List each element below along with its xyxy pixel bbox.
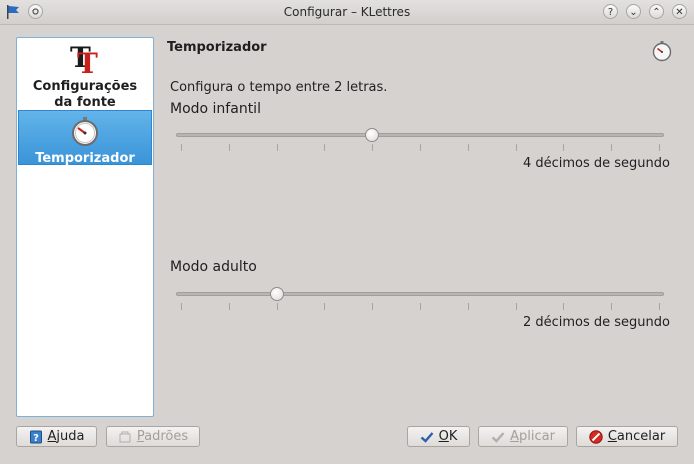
apply-button-label: Aplicar — [510, 429, 555, 444]
ok-button-label: OK — [438, 429, 458, 444]
sidebar-item-label: Temporizador — [35, 151, 135, 166]
stopwatch-icon — [72, 117, 98, 146]
sidebar-item-font-settings[interactable]: T T Configurações da fonte — [18, 40, 152, 110]
restore-defaults-icon — [119, 431, 131, 442]
slider-handle[interactable] — [269, 287, 284, 301]
slider-tick — [324, 144, 325, 151]
slider-tick — [611, 303, 612, 310]
slider-tick — [181, 144, 182, 151]
maximize-button[interactable]: ⌃ — [649, 4, 664, 19]
title-bar[interactable]: Configurar – KLettres ? ⌄ ⌃ ✕ — [0, 0, 694, 25]
stopwatch-icon — [652, 41, 672, 62]
minimize-button[interactable]: ⌄ — [626, 4, 641, 19]
font-tt-icon: T T — [70, 41, 98, 80]
slider-tick — [611, 144, 612, 151]
slider-tick — [516, 303, 517, 310]
page-title: Temporizador — [167, 40, 267, 55]
slider-groove — [176, 133, 664, 137]
slider-tick — [563, 303, 564, 310]
kid-mode-label: Modo infantil — [170, 101, 261, 117]
slider-tick — [277, 144, 278, 151]
slider-tick — [372, 144, 373, 151]
slider-tick — [420, 303, 421, 310]
slider-tick — [372, 303, 373, 310]
help-button[interactable]: ? Ajuda — [16, 426, 97, 447]
slider-tick — [468, 303, 469, 310]
ok-button[interactable]: OK — [407, 426, 470, 447]
kid-mode-value: 4 décimos de segundo — [522, 156, 670, 171]
checkmark-icon — [420, 431, 434, 443]
help-book-icon: ? — [29, 430, 42, 444]
adult-mode-value: 2 décimos de segundo — [522, 315, 670, 330]
slider-tick — [659, 144, 660, 151]
slider-tick — [229, 144, 230, 151]
timer-description: Configura o tempo entre 2 letras. — [170, 80, 388, 95]
slider-tick — [468, 144, 469, 151]
window-title: Configurar – KLettres — [283, 5, 411, 19]
slider-tick — [181, 303, 182, 310]
category-list[interactable]: T T Configurações da fonte Temporizador — [16, 37, 154, 417]
slider-tick — [324, 303, 325, 310]
cancel-icon — [589, 429, 603, 444]
help-titlebar-button[interactable]: ? — [603, 4, 618, 19]
close-button[interactable]: ✕ — [672, 4, 687, 19]
slider-tick — [277, 303, 278, 310]
apply-button[interactable]: Aplicar — [478, 426, 568, 447]
sidebar-item-label: Configurações da fonte — [32, 79, 138, 110]
adult-mode-label: Modo adulto — [170, 259, 257, 275]
cancel-button[interactable]: Cancelar — [576, 426, 678, 447]
sidebar-item-timer[interactable]: Temporizador — [18, 110, 152, 166]
slider-tick — [659, 303, 660, 310]
kid-mode-slider[interactable] — [176, 128, 664, 156]
svg-text:?: ? — [33, 433, 39, 444]
checkmark-icon — [491, 431, 505, 443]
slider-groove — [176, 292, 664, 296]
defaults-button-label: Padrões — [136, 429, 189, 444]
slider-tick — [420, 144, 421, 151]
svg-text:T: T — [77, 47, 98, 75]
cancel-button-label: Cancelar — [607, 429, 666, 444]
slider-tick — [229, 303, 230, 310]
slider-handle[interactable] — [365, 128, 380, 142]
slider-tick — [516, 144, 517, 151]
config-dialog: Configurar – KLettres ? ⌄ ⌃ ✕ T T Config… — [0, 0, 694, 464]
adult-mode-slider[interactable] — [176, 287, 664, 315]
defaults-button[interactable]: Padrões — [106, 426, 200, 447]
slider-tick — [563, 144, 564, 151]
help-button-label: Ajuda — [47, 429, 85, 444]
